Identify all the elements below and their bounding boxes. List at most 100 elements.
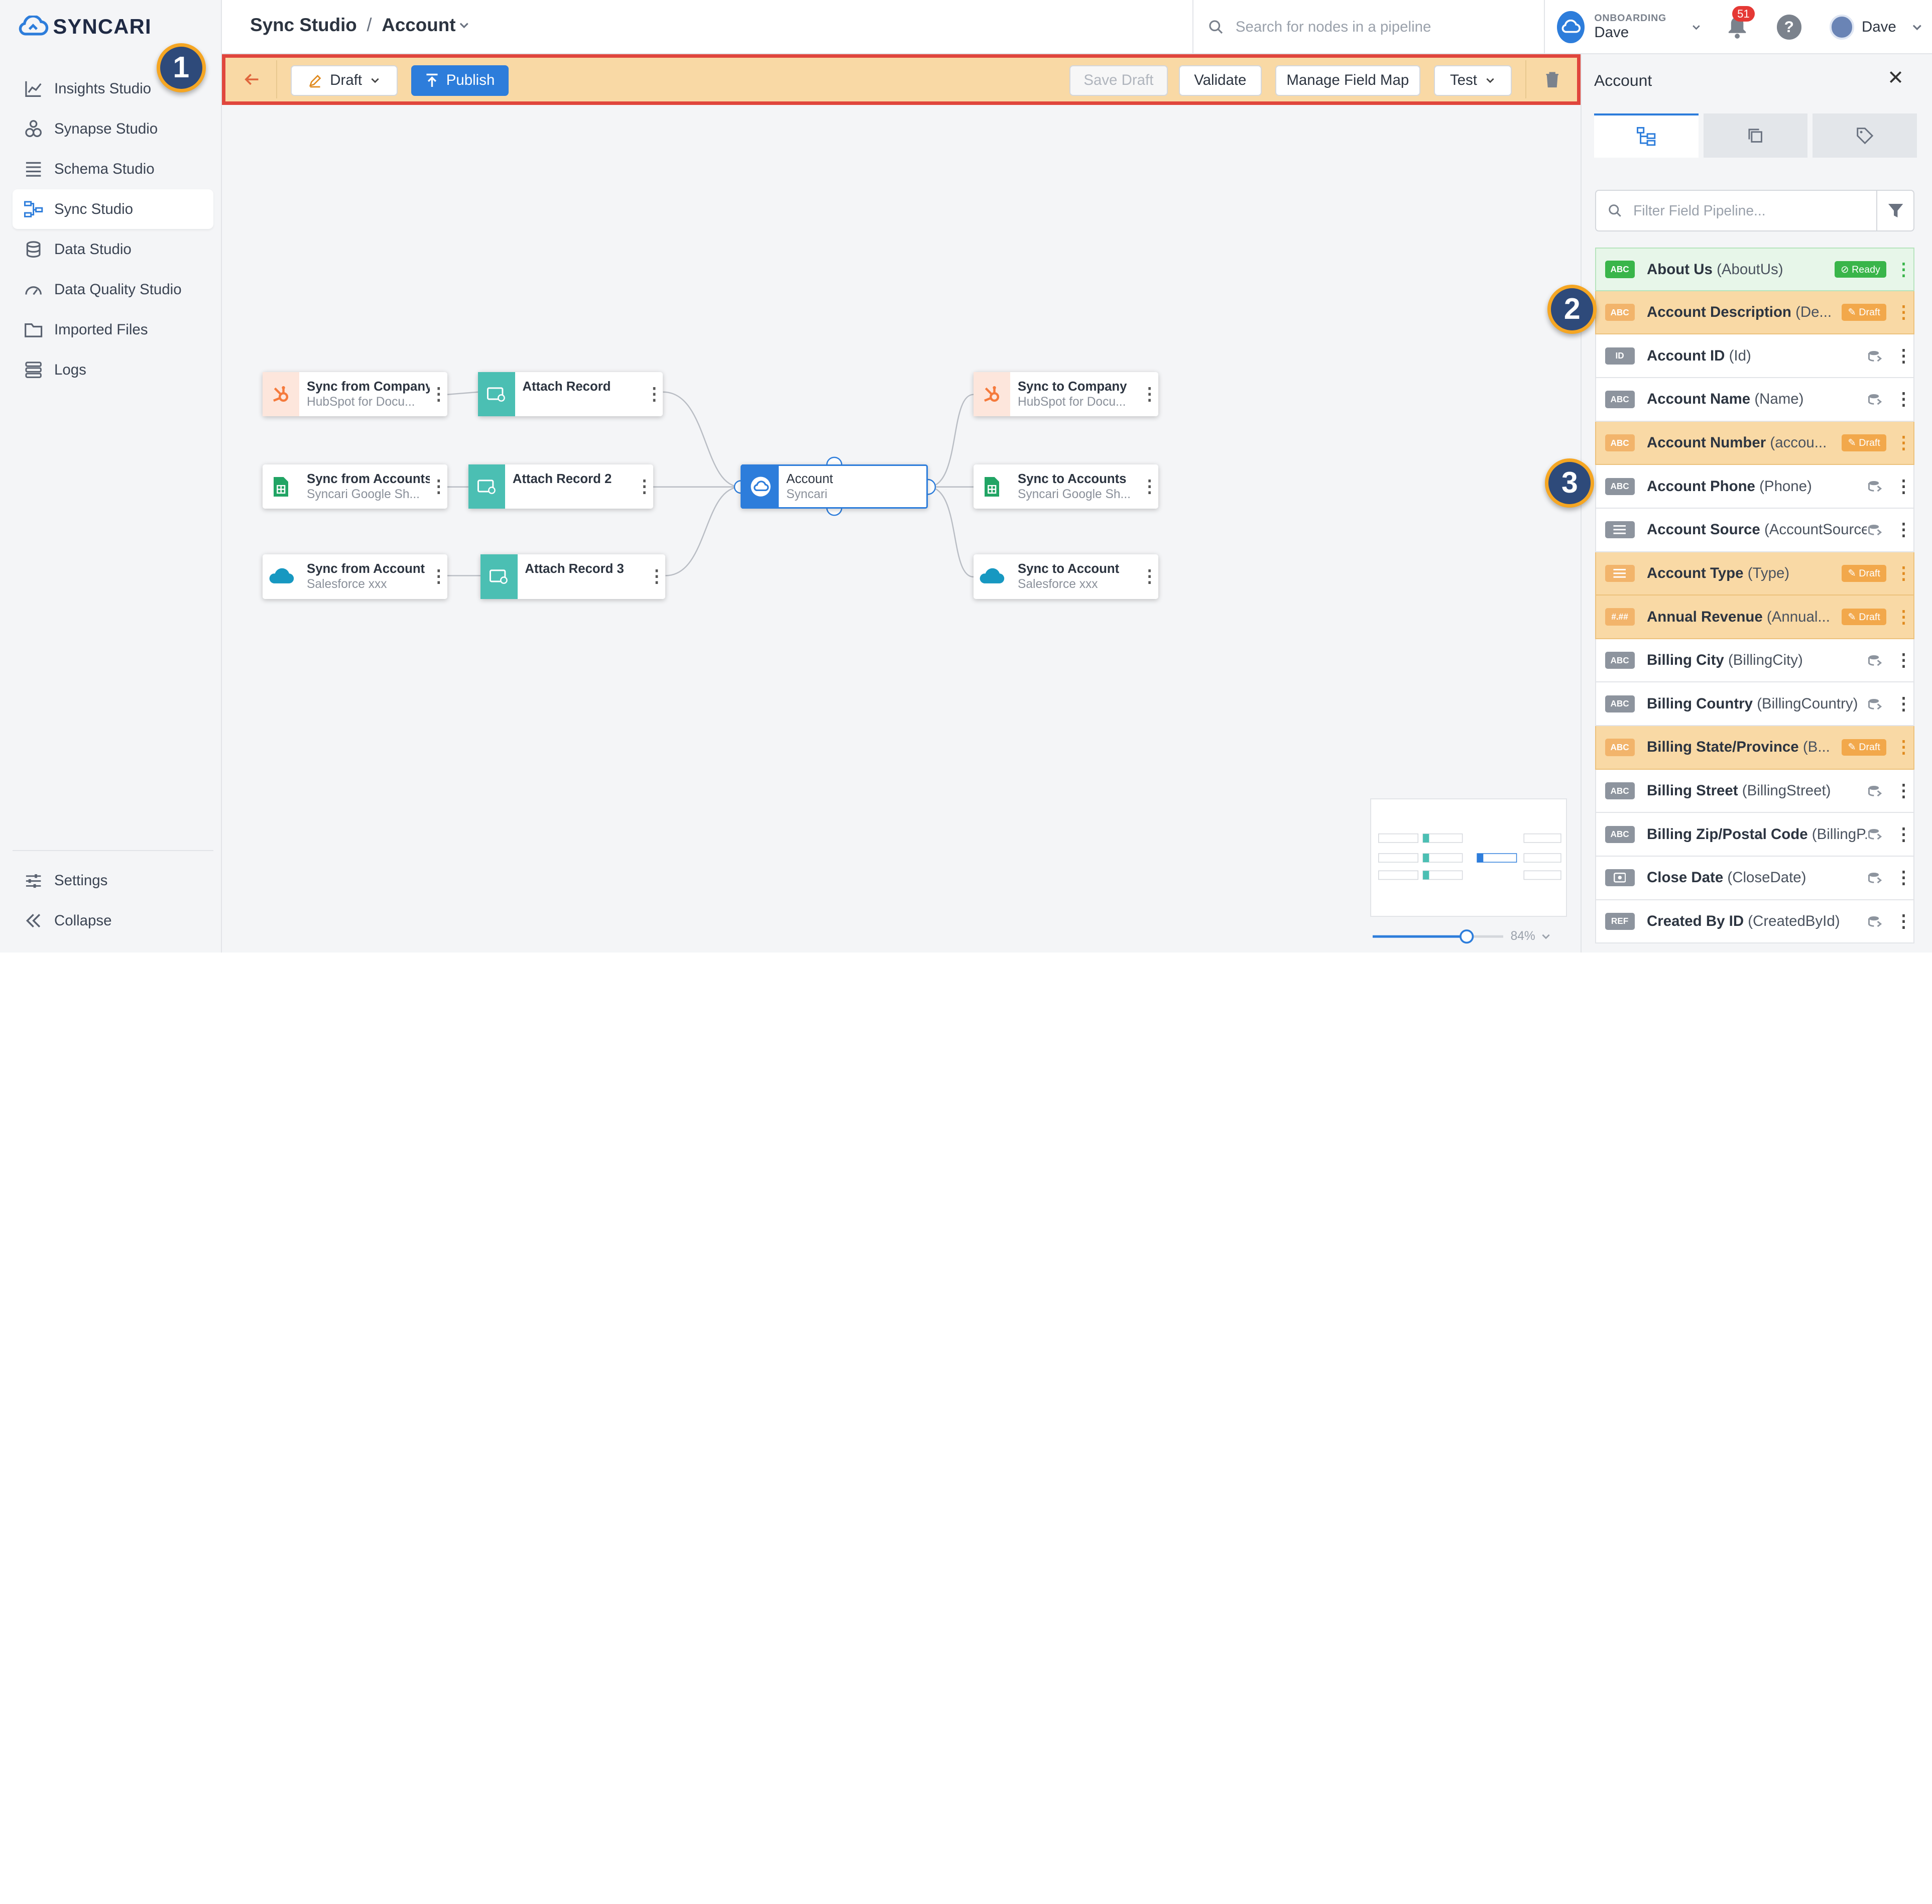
more-vertical-icon[interactable]: ⋮ [1894,868,1913,888]
node-search[interactable]: Search for nodes in a pipeline [1192,0,1543,54]
funnel-icon[interactable] [1876,191,1913,230]
sidebar-item-imported-files[interactable]: Imported Files [13,310,213,349]
org-switcher[interactable]: ONBOARDING Dave [1543,0,1702,54]
more-vertical-icon[interactable]: ⋮ [1894,650,1913,670]
sidebar-item-label: Synapse Studio [54,120,158,137]
field-row[interactable]: ABC Billing Country (BillingCountry) ⋮ [1595,682,1915,727]
close-icon[interactable]: ✕ [1887,67,1904,89]
breadcrumb-current[interactable]: Account [382,15,455,36]
more-vertical-icon[interactable]: ⋮ [1894,607,1913,627]
filter-field-pipeline[interactable]: Filter Field Pipeline... [1595,189,1915,232]
more-vertical-icon[interactable]: ⋮ [430,386,447,403]
field-row[interactable]: ABC Account Description (De... ✎ Draft ⋮ [1595,291,1915,335]
more-vertical-icon[interactable]: ⋮ [1894,824,1913,845]
zoom-slider[interactable] [1370,928,1506,945]
validate-button[interactable]: Validate [1179,65,1262,96]
attach-record-3-node[interactable]: Attach Record 3 ⋮ [480,554,666,599]
tab-copy[interactable] [1703,113,1808,158]
more-vertical-icon[interactable]: ⋮ [1894,911,1913,931]
more-vertical-icon[interactable]: ⋮ [430,478,447,495]
chevron-down-icon [371,78,379,83]
more-vertical-icon[interactable]: ⋮ [1894,520,1913,540]
field-row[interactable]: ABC Billing City (BillingCity) ⋮ [1595,639,1915,683]
destination-node-salesforce[interactable]: Sync to Account Salesforce xxx ⋮ [973,554,1158,599]
search-input[interactable]: Search for nodes in a pipeline [1236,19,1431,36]
sidebar-item-data-quality-studio[interactable]: Data Quality Studio [13,270,213,309]
chevron-down-icon[interactable] [1540,931,1551,942]
field-row[interactable]: ID Account ID (Id) ⋮ [1595,334,1915,379]
back-button[interactable] [228,60,277,98]
publish-button[interactable]: Publish [411,65,509,96]
source-node-salesforce[interactable]: Sync from Account Salesforce xxx ⋮ [262,554,447,599]
node-subtitle: Salesforce xxx [1017,577,1098,591]
more-vertical-icon[interactable]: ⋮ [1894,260,1913,280]
sidebar-item-synapse-studio[interactable]: Synapse Studio [13,109,213,149]
more-vertical-icon[interactable]: ⋮ [1141,568,1158,585]
save-draft-button[interactable]: Save Draft [1069,65,1168,96]
attach-record-node[interactable]: Attach Record ⋮ [478,372,663,417]
more-vertical-icon[interactable]: ⋮ [646,386,663,403]
field-row[interactable]: Account Source (AccountSource) ⋮ [1595,508,1915,552]
field-row[interactable]: ABC Account Name (Name) ⋮ [1595,378,1915,422]
sidebar-item-collapse[interactable]: Collapse [13,901,213,941]
node-title: Attach Record 3 [525,562,624,576]
field-row[interactable]: Account Type (Type) ✎ Draft ⋮ [1595,552,1915,596]
breadcrumb-root[interactable]: Sync Studio [250,15,357,36]
sidebar-item-label: Insights Studio [54,80,152,97]
more-vertical-icon[interactable]: ⋮ [1894,477,1913,497]
more-vertical-icon[interactable]: ⋮ [1141,478,1158,495]
sidebar-item-data-studio[interactable]: Data Studio [13,229,213,269]
source-node-google-sheets[interactable]: Sync from Accounts Syncari Google Sh... ⋮ [262,464,447,509]
field-row[interactable]: #.## Annual Revenue (Annual... ✎ Draft ⋮ [1595,596,1915,639]
delete-button[interactable] [1525,60,1579,98]
more-vertical-icon[interactable]: ⋮ [1141,386,1158,403]
sidebar-item-settings[interactable]: Settings [13,861,213,901]
help-icon[interactable]: ? [1776,15,1801,40]
more-vertical-icon[interactable]: ⋮ [1894,563,1913,583]
more-vertical-icon[interactable]: ⋮ [648,568,665,585]
more-vertical-icon[interactable]: ⋮ [1894,781,1913,801]
field-row[interactable]: ABC Billing State/Province (B... ✎ Draft ⋮ [1595,726,1915,770]
pipeline-canvas[interactable]: Sync from Company HubSpot for Docu... ⋮ S… [222,105,1580,953]
more-vertical-icon[interactable]: ⋮ [636,478,653,495]
field-row[interactable]: ABC Billing Street (BillingStreet) ⋮ [1595,769,1915,813]
field-row[interactable]: ABC Billing Zip/Postal Code (BillingP... ⋮ [1595,813,1915,857]
field-row[interactable]: Close Date (CloseDate) ⋮ [1595,856,1915,900]
user-menu[interactable]: Dave [1830,15,1923,40]
logo[interactable]: SYNCARI [17,15,151,39]
field-label: Account Description [1647,304,1791,321]
manage-field-map-button[interactable]: Manage Field Map [1275,65,1421,96]
tab-field-pipeline[interactable] [1594,113,1699,158]
breadcrumb-separator: / [367,15,372,36]
test-dropdown[interactable]: Test [1434,65,1512,96]
field-row[interactable]: ABC Account Number (accou... ✎ Draft ⋮ [1595,421,1915,465]
more-vertical-icon[interactable]: ⋮ [430,568,447,585]
more-vertical-icon[interactable]: ⋮ [1894,346,1913,366]
zoom-control[interactable]: 84% [1370,928,1567,945]
destination-node-google-sheets[interactable]: Sync to Accounts Syncari Google Sh... ⋮ [973,464,1158,509]
field-row[interactable]: ABC Account Phone (Phone) ⋮ [1595,465,1915,509]
more-vertical-icon[interactable]: ⋮ [1894,694,1913,714]
sidebar-item-schema-studio[interactable]: Schema Studio [13,149,213,189]
chevron-down-icon[interactable] [458,19,470,32]
more-vertical-icon[interactable]: ⋮ [1894,433,1913,453]
tab-tags[interactable] [1813,113,1917,158]
attach-record-icon [478,372,515,417]
more-vertical-icon[interactable]: ⋮ [1894,737,1913,757]
more-vertical-icon[interactable]: ⋮ [1894,389,1913,409]
entity-node-account[interactable]: Account Syncari [740,464,928,509]
zoom-slider-handle[interactable] [1459,929,1474,944]
field-row[interactable]: REF Created By ID (CreatedById) ⋮ [1595,900,1915,944]
sidebar-item-logs[interactable]: Logs [13,350,213,390]
draft-dropdown[interactable]: Draft [290,65,398,96]
sidebar-item-sync-studio[interactable]: Sync Studio [12,189,213,229]
more-vertical-icon[interactable]: ⋮ [1894,302,1913,322]
source-node-hubspot[interactable]: Sync from Company HubSpot for Docu... ⋮ [262,372,447,417]
trash-icon [1546,72,1558,87]
minimap[interactable] [1370,798,1567,917]
filter-input[interactable]: Filter Field Pipeline... [1633,202,1876,219]
destination-node-hubspot[interactable]: Sync to Company HubSpot for Docu... ⋮ [973,372,1158,417]
field-row[interactable]: ABC About Us (AboutUs) ⊘ Ready ⋮ [1595,248,1915,291]
field-name: Created By ID (CreatedById) [1647,913,1867,930]
attach-record-2-node[interactable]: Attach Record 2 ⋮ [468,464,653,509]
